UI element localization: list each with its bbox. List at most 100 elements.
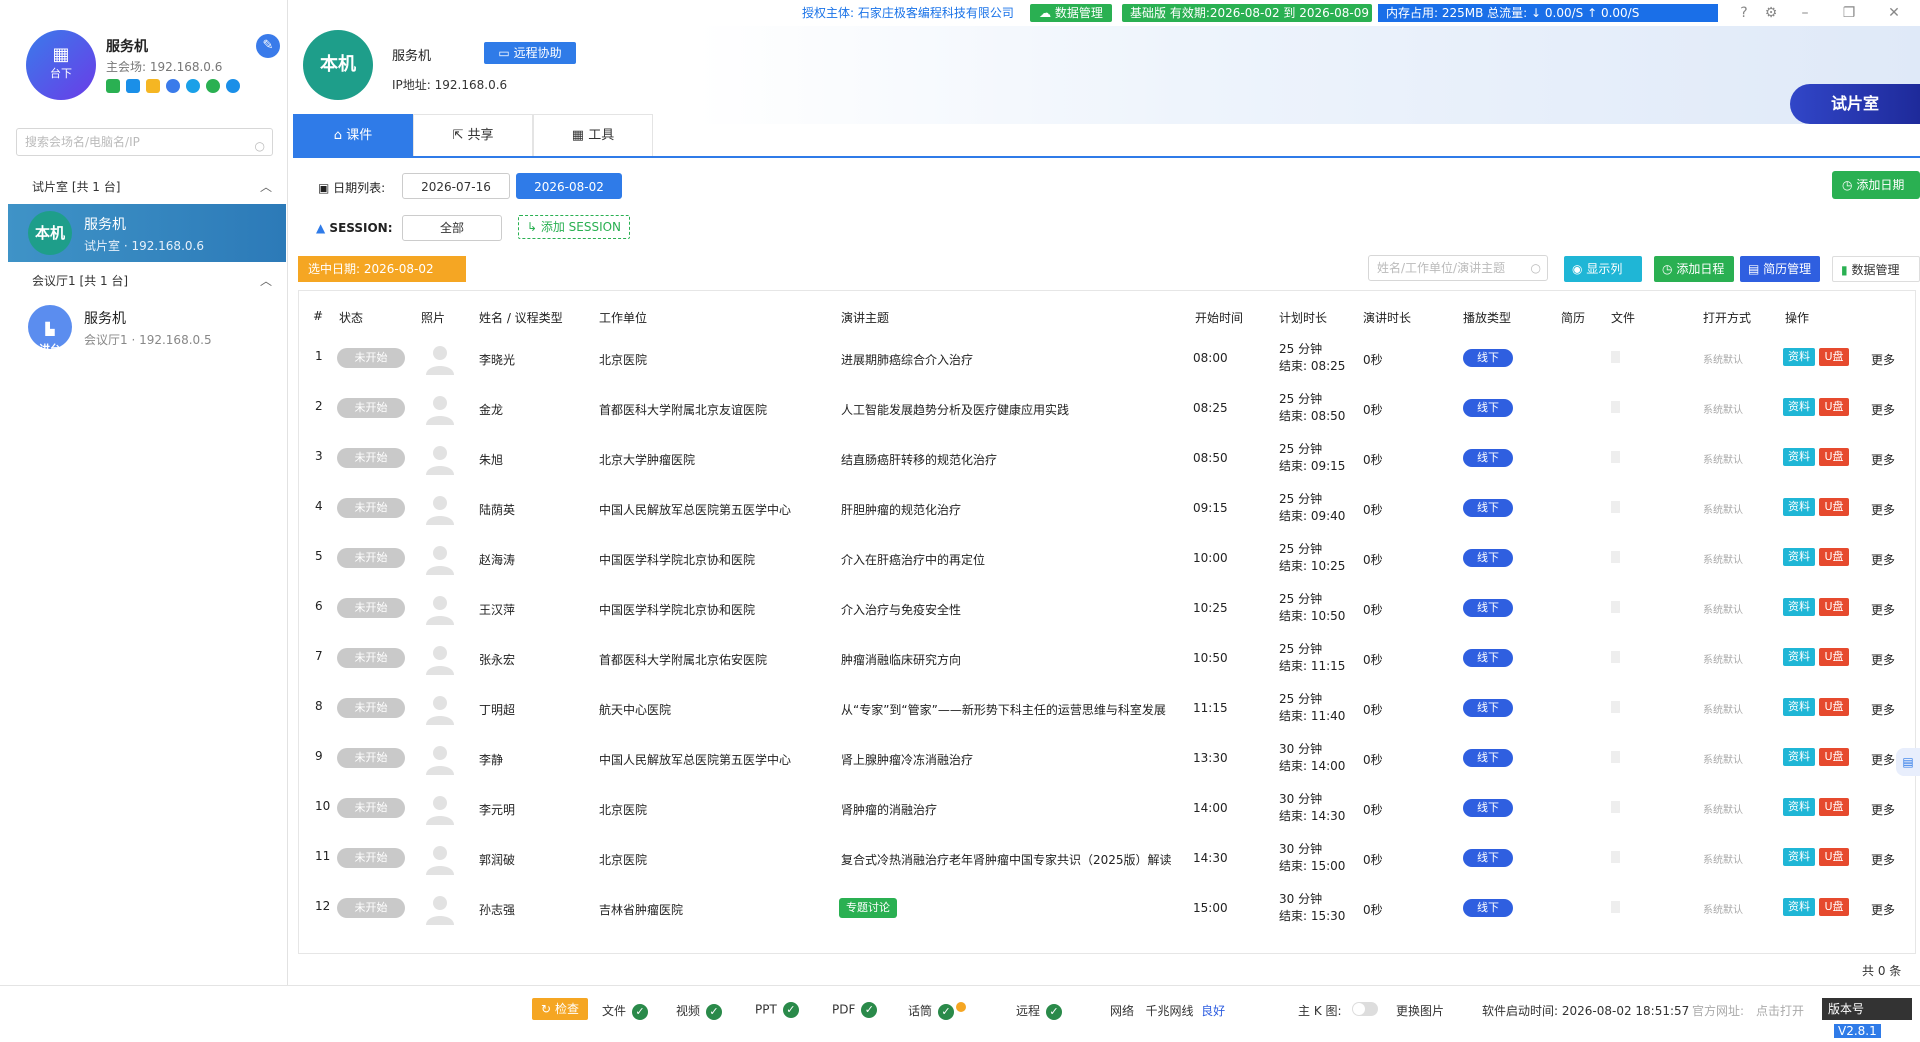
show-columns-button[interactable]: ◉ 显示列	[1564, 256, 1642, 282]
table-row[interactable]: 12 未开始 孙志强 吉林省肿瘤医院 专题讨论 15:00 30 分钟 结束: 15:30 0秒…	[299, 883, 1915, 933]
file-icon[interactable]	[1611, 901, 1620, 913]
chevron-up-icon[interactable]: ︿	[260, 268, 272, 294]
play-type-pill[interactable]: 线下	[1463, 699, 1513, 717]
open-method[interactable]: 系统默认	[1703, 801, 1743, 816]
usb-button[interactable]: U盘	[1819, 648, 1849, 666]
open-method[interactable]: 系统默认	[1703, 901, 1743, 916]
tab-tools[interactable]: ▦ 工具	[533, 114, 653, 156]
table-row[interactable]: 5 未开始 赵海涛 中国医学科学院北京协和医院 介入在肝癌治疗中的再定位 10:00 25 …	[299, 533, 1915, 583]
open-method[interactable]: 系统默认	[1703, 401, 1743, 416]
usb-button[interactable]: U盘	[1819, 398, 1849, 416]
server-avatar[interactable]: ▦ 台下	[26, 30, 96, 100]
check-button[interactable]: ↻ 检查	[532, 998, 588, 1020]
table-row[interactable]: 10 未开始 李元明 北京医院 肾肿瘤的消融治疗 14:00 30 分钟 结束: 14:30 0…	[299, 783, 1915, 833]
file-icon[interactable]	[1611, 451, 1620, 463]
info-button[interactable]: 资料	[1783, 798, 1815, 816]
file-icon[interactable]	[1611, 851, 1620, 863]
table-row[interactable]: 1 未开始 李晓光 北京医院 进展期肺癌综合介入治疗 08:00 25 分钟 结束: 08:2…	[299, 333, 1915, 383]
more-link[interactable]: 更多	[1871, 751, 1895, 768]
add-session-button[interactable]: ↳ 添加 SESSION	[518, 215, 630, 239]
usb-button[interactable]: U盘	[1819, 898, 1849, 916]
cv-manage-button[interactable]: ▤ 简历管理	[1740, 256, 1820, 282]
group-header-trial-room[interactable]: 试片室 [共 1 台] ︿	[8, 174, 280, 200]
more-link[interactable]: 更多	[1871, 501, 1895, 518]
table-row[interactable]: 6 未开始 王汉萍 中国医学科学院北京协和医院 介入治疗与免疫安全性 10:25 25 分钟…	[299, 583, 1915, 633]
usb-button[interactable]: U盘	[1819, 848, 1849, 866]
more-link[interactable]: 更多	[1871, 351, 1895, 368]
info-button[interactable]: 资料	[1783, 748, 1815, 766]
open-method[interactable]: 系统默认	[1703, 551, 1743, 566]
file-icon[interactable]	[1611, 501, 1620, 513]
agenda-filter-input[interactable]: 姓名/工作单位/演讲主题 ○	[1368, 255, 1548, 281]
play-type-pill[interactable]: 线下	[1463, 599, 1513, 617]
more-link[interactable]: 更多	[1871, 801, 1895, 818]
open-method[interactable]: 系统默认	[1703, 651, 1743, 666]
chevron-up-icon[interactable]: ︿	[260, 174, 272, 200]
usb-button[interactable]: U盘	[1819, 598, 1849, 616]
gear-icon[interactable]: ⚙	[1762, 4, 1780, 22]
file-icon[interactable]	[1611, 551, 1620, 563]
close-icon[interactable]: ✕	[1885, 4, 1903, 22]
more-link[interactable]: 更多	[1871, 401, 1895, 418]
topic-tag[interactable]: 专题讨论	[839, 898, 897, 918]
file-icon[interactable]	[1611, 601, 1620, 613]
file-icon[interactable]	[1611, 701, 1620, 713]
info-button[interactable]: 资料	[1783, 898, 1815, 916]
open-method[interactable]: 系统默认	[1703, 351, 1743, 366]
date-chip-0716[interactable]: 2026-07-16	[402, 173, 510, 199]
change-picture-button[interactable]: 更换图片	[1396, 1002, 1444, 1019]
play-type-pill[interactable]: 线下	[1463, 499, 1513, 517]
table-row[interactable]: 2 未开始 金龙 首都医科大学附属北京友谊医院 人工智能发展趋势分析及医疗健康应用实践 0…	[299, 383, 1915, 433]
usb-button[interactable]: U盘	[1819, 548, 1849, 566]
chat-float-icon[interactable]: ▤	[1896, 748, 1920, 776]
info-button[interactable]: 资料	[1783, 848, 1815, 866]
more-link[interactable]: 更多	[1871, 601, 1895, 618]
tab-share[interactable]: ⇱ 共享	[413, 114, 533, 156]
play-type-pill[interactable]: 线下	[1463, 649, 1513, 667]
play-type-pill[interactable]: 线下	[1463, 549, 1513, 567]
open-method[interactable]: 系统默认	[1703, 601, 1743, 616]
tab-courseware[interactable]: ⌂ 课件	[293, 114, 413, 156]
group-header-hall1[interactable]: 会议厅1 [共 1 台] ︿	[8, 268, 280, 294]
more-link[interactable]: 更多	[1871, 551, 1895, 568]
play-type-pill[interactable]: 线下	[1463, 749, 1513, 767]
usb-button[interactable]: U盘	[1819, 498, 1849, 516]
usb-button[interactable]: U盘	[1819, 348, 1849, 366]
file-icon[interactable]	[1611, 751, 1620, 763]
main-k-toggle[interactable]	[1352, 1002, 1378, 1016]
table-row[interactable]: 3 未开始 朱旭 北京大学肿瘤医院 结直肠癌肝转移的规范化治疗 08:50 25 分钟 结束:…	[299, 433, 1915, 483]
usb-button[interactable]: U盘	[1819, 698, 1849, 716]
more-link[interactable]: 更多	[1871, 451, 1895, 468]
info-button[interactable]: 资料	[1783, 698, 1815, 716]
help-icon[interactable]: ?	[1735, 4, 1753, 22]
info-button[interactable]: 资料	[1783, 348, 1815, 366]
file-icon[interactable]	[1611, 351, 1620, 363]
usb-button[interactable]: U盘	[1819, 798, 1849, 816]
device-item-hall1[interactable]: ▙ 讲台 服务机 会议厅1 · 192.168.0.5	[8, 298, 286, 356]
play-type-pill[interactable]: 线下	[1463, 849, 1513, 867]
file-icon[interactable]	[1611, 651, 1620, 663]
session-filter-all[interactable]: 全部	[402, 215, 502, 241]
table-row[interactable]: 9 未开始 李静 中国人民解放军总医院第五医学中心 肾上腺肿瘤冷冻消融治疗 13:30 30…	[299, 733, 1915, 783]
restore-icon[interactable]: ❐	[1840, 4, 1858, 22]
play-type-pill[interactable]: 线下	[1463, 899, 1513, 917]
more-link[interactable]: 更多	[1871, 651, 1895, 668]
play-type-pill[interactable]: 线下	[1463, 449, 1513, 467]
open-method[interactable]: 系统默认	[1703, 451, 1743, 466]
table-row[interactable]: 4 未开始 陆荫英 中国人民解放军总医院第五医学中心 肝胆肿瘤的规范化治疗 09:15 25…	[299, 483, 1915, 533]
open-method[interactable]: 系统默认	[1703, 501, 1743, 516]
play-type-pill[interactable]: 线下	[1463, 799, 1513, 817]
open-link[interactable]: 点击打开	[1756, 1002, 1804, 1019]
play-type-pill[interactable]: 线下	[1463, 349, 1513, 367]
device-search-input[interactable]: 搜索会场名/电脑名/IP ○	[16, 128, 273, 156]
minimize-icon[interactable]: –	[1796, 4, 1814, 22]
top-data-manage-button[interactable]: ☁ 数据管理	[1030, 4, 1112, 22]
info-button[interactable]: 资料	[1783, 498, 1815, 516]
open-method[interactable]: 系统默认	[1703, 751, 1743, 766]
info-button[interactable]: 资料	[1783, 648, 1815, 666]
usb-button[interactable]: U盘	[1819, 448, 1849, 466]
table-row[interactable]: 7 未开始 张永宏 首都医科大学附属北京佑安医院 肿瘤消融临床研究方向 10:50 25 分…	[299, 633, 1915, 683]
file-icon[interactable]	[1611, 801, 1620, 813]
usb-button[interactable]: U盘	[1819, 748, 1849, 766]
table-row[interactable]: 11 未开始 郭润破 北京医院 复合式冷热消融治疗老年肾肿瘤中国专家共识（2025版）解…	[299, 833, 1915, 883]
